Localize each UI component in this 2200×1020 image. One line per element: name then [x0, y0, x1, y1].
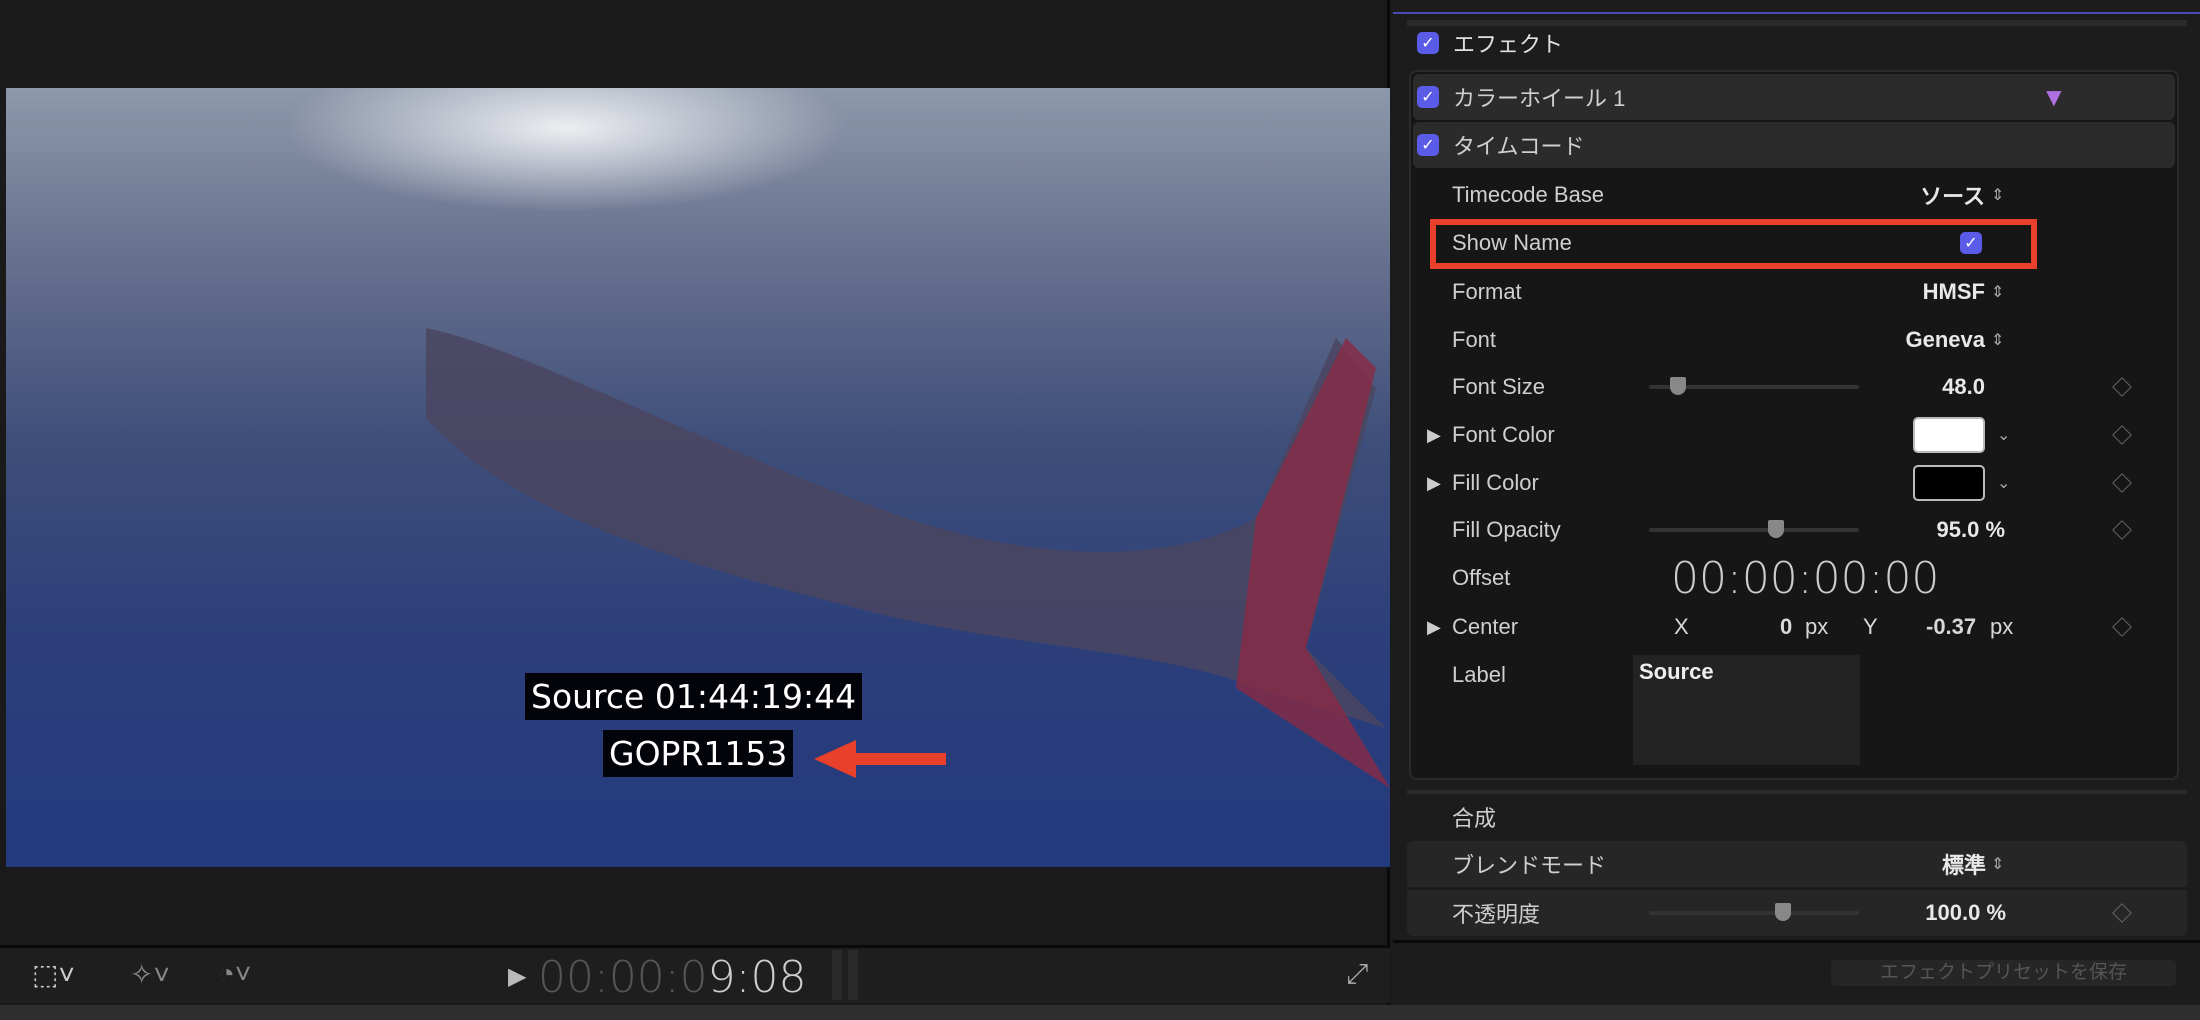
play-icon[interactable]: ▶: [508, 962, 526, 991]
param-label: 不透明度: [1452, 902, 1541, 927]
fill-color-swatch[interactable]: [1913, 465, 1985, 501]
keyframe-icon[interactable]: [2112, 903, 2132, 923]
slider-knob[interactable]: [1768, 520, 1784, 538]
effect-color-wheels[interactable]: ✓ カラーホイール 1 ▼: [1413, 74, 2175, 120]
inspector-panel: ✓ エフェクト ✓ カラーホイール 1 ▼ ✓ タイムコード Timecode …: [1393, 0, 2200, 1005]
fill-opacity-slider[interactable]: [1649, 520, 1859, 538]
x-label: X: [1674, 614, 1689, 639]
effect-name: タイムコード: [1453, 134, 1585, 159]
chevron-down-icon[interactable]: ⌄: [1997, 425, 2010, 445]
offset-timecode-field[interactable]: 00:00:00:00: [1671, 553, 1939, 604]
playhead-timecode: 00:00:09:08: [538, 952, 807, 1003]
param-label: Font: [1452, 327, 1497, 352]
transform-icon[interactable]: ⬚˅: [32, 958, 75, 991]
center-y-value[interactable]: -0.37: [1926, 614, 1976, 640]
disclosure-triangle-icon[interactable]: ▶: [1427, 425, 1441, 446]
param-label: Offset: [1452, 565, 1511, 590]
slider-knob[interactable]: [1670, 377, 1686, 395]
audio-meter-left: [832, 950, 842, 1000]
keyframe-icon[interactable]: [2112, 617, 2132, 637]
fullscreen-icon[interactable]: ⤢: [1346, 958, 1368, 991]
format-popup[interactable]: HMSF: [1923, 279, 1985, 305]
composite-header: 合成: [1452, 806, 1497, 831]
keyframe-icon[interactable]: [2112, 520, 2132, 540]
chevron-down-icon[interactable]: ⌄: [1997, 473, 2010, 493]
audio-meter-right: [848, 950, 858, 1000]
disclosure-triangle-icon[interactable]: ▶: [1427, 617, 1441, 638]
param-label: Center: [1452, 614, 1519, 639]
opacity-slider[interactable]: [1649, 903, 1859, 921]
save-effects-preset-button[interactable]: エフェクトプリセットを保存: [1831, 960, 2176, 986]
enhance-wand-icon[interactable]: ✧˅: [130, 958, 170, 991]
disclosure-triangle-icon[interactable]: ▶: [1427, 473, 1441, 494]
effect-timecode[interactable]: ✓ タイムコード: [1413, 122, 2175, 168]
center-x-value[interactable]: 0: [1780, 614, 1792, 640]
keyframe-icon[interactable]: [2112, 425, 2132, 445]
effects-header: エフェクト: [1453, 32, 1564, 57]
opacity-value[interactable]: 100.0 %: [1925, 900, 2006, 926]
timecode-checkbox[interactable]: ✓: [1417, 134, 1439, 156]
font-popup[interactable]: Geneva: [1906, 327, 1986, 353]
speed-gauge-icon[interactable]: ◔˅: [218, 958, 251, 990]
unit-label: px: [1805, 614, 1829, 639]
color-wheels-checkbox[interactable]: ✓: [1417, 86, 1439, 108]
timecode-base-popup[interactable]: ソース: [1920, 179, 1985, 211]
color-wheel-icon[interactable]: ▼: [2041, 82, 2067, 113]
param-label: Fill Color: [1452, 470, 1539, 495]
updown-icon[interactable]: ⇕: [1991, 854, 2004, 874]
panel-divider: [1393, 12, 2200, 14]
font-color-swatch[interactable]: [1913, 417, 1985, 453]
font-size-value[interactable]: 48.0: [1942, 374, 1985, 400]
slider-knob[interactable]: [1775, 903, 1791, 921]
bottom-bar: [0, 1005, 2200, 1020]
clip-name-overlay: GOPR1153: [603, 730, 794, 777]
viewer-toolbar: ⬚˅ ✧˅ ◔˅ ▶ 00:00:09:08 ⤢: [0, 945, 1390, 1003]
show-name-checkbox[interactable]: ✓: [1960, 232, 1982, 254]
param-label: Timecode Base: [1452, 182, 1605, 207]
unit-label: px: [1990, 614, 2014, 639]
keyframe-icon[interactable]: [2112, 473, 2132, 493]
fill-opacity-value[interactable]: 95.0 %: [1936, 517, 2005, 543]
param-label: Fill Opacity: [1452, 517, 1561, 542]
red-arrow-annotation: [814, 740, 946, 778]
updown-icon[interactable]: ⇕: [1991, 330, 2004, 350]
updown-icon[interactable]: ⇕: [1991, 185, 2004, 205]
effect-name: カラーホイール 1: [1453, 86, 1626, 111]
divider: [1393, 940, 2200, 943]
param-label: Format: [1452, 279, 1522, 304]
timecode-overlay: Source 01:44:19:44: [525, 673, 863, 720]
param-label: Show Name: [1452, 230, 1572, 255]
param-label: ブレンドモード: [1452, 853, 1607, 878]
effects-checkbox[interactable]: ✓: [1417, 32, 1439, 54]
param-label: Label: [1452, 662, 1506, 687]
label-text-field[interactable]: Source: [1633, 655, 1860, 765]
video-frame: Source 01:44:19:44 GOPR1153: [6, 88, 1390, 867]
param-label: Font Size: [1452, 374, 1545, 399]
viewer: Source 01:44:19:44 GOPR1153: [0, 0, 1390, 1005]
param-label: Font Color: [1452, 422, 1555, 447]
updown-icon[interactable]: ⇕: [1991, 282, 2004, 302]
y-label: Y: [1863, 614, 1878, 639]
blend-mode-popup[interactable]: 標準: [1942, 848, 1986, 880]
font-size-slider[interactable]: [1649, 377, 1859, 395]
keyframe-icon[interactable]: [2112, 377, 2132, 397]
